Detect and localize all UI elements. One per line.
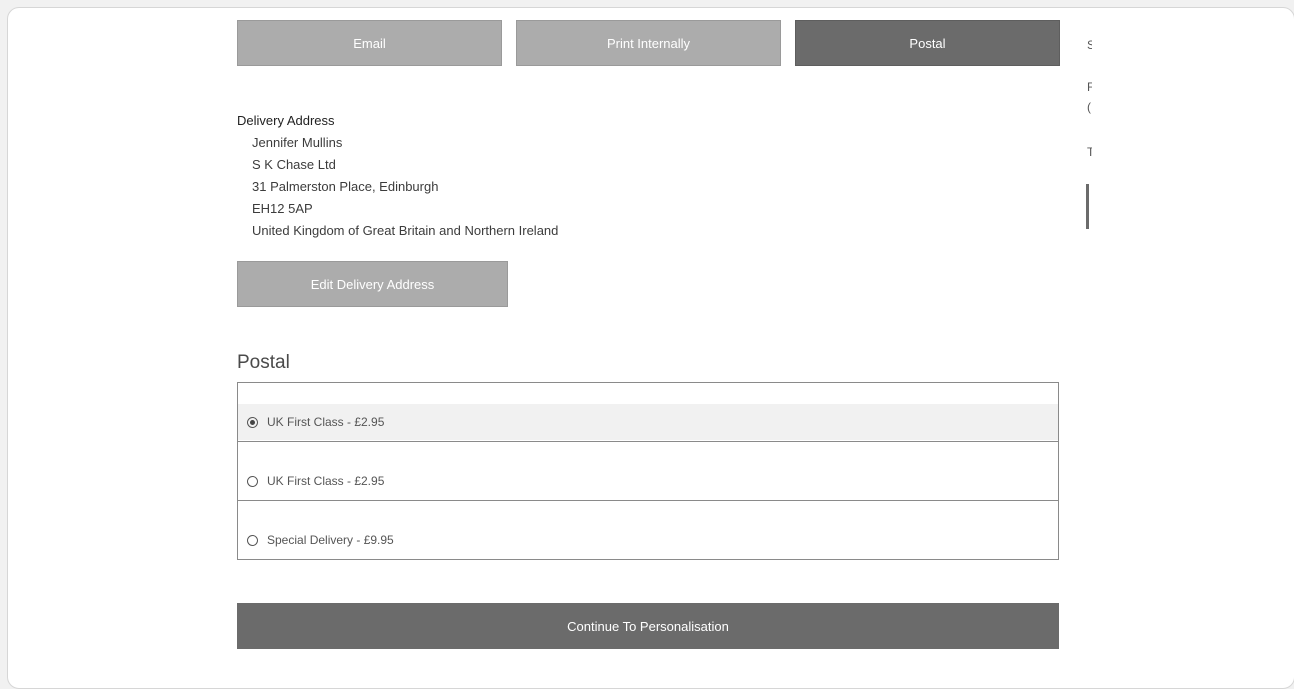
sidebar-button-edge[interactable] xyxy=(1086,184,1089,229)
postal-option-uk-first-class-1[interactable]: UK First Class - £2.95 xyxy=(238,404,1058,440)
address-line-company: S K Chase Ltd xyxy=(252,157,336,172)
tab-email[interactable]: Email xyxy=(237,20,502,66)
address-line-country: United Kingdom of Great Britain and Nort… xyxy=(252,223,559,238)
postal-option-uk-first-class-2[interactable]: UK First Class - £2.95 xyxy=(238,463,1058,499)
postal-option-label: UK First Class - £2.95 xyxy=(267,474,385,488)
address-line-name: Jennifer Mullins xyxy=(252,135,343,150)
option-divider xyxy=(238,500,1058,501)
postal-options-list: UK First Class - £2.95 UK First Class - … xyxy=(237,382,1059,560)
tab-print-internally[interactable]: Print Internally xyxy=(516,20,781,66)
address-line-street: 31 Palmerston Place, Edinburgh xyxy=(252,179,439,194)
postal-option-label: Special Delivery - £9.95 xyxy=(267,533,394,547)
page-frame: Email Print Internally Postal S F ( T De… xyxy=(7,7,1294,689)
address-line-postcode: EH12 5AP xyxy=(252,201,313,216)
radio-unselected-icon[interactable] xyxy=(247,534,258,546)
postal-option-label: UK First Class - £2.95 xyxy=(267,415,385,429)
postal-section-title: Postal xyxy=(237,352,290,373)
radio-selected-icon[interactable] xyxy=(247,416,258,428)
sidebar-fragment-4: T xyxy=(1087,145,1092,159)
option-divider xyxy=(238,441,1058,442)
tab-postal[interactable]: Postal xyxy=(795,20,1060,66)
sidebar-fragment-3: ( xyxy=(1087,100,1091,114)
continue-to-personalisation-button[interactable]: Continue To Personalisation xyxy=(237,603,1059,649)
sidebar-fragment-2: F xyxy=(1087,80,1092,94)
sidebar-fragment-1: S xyxy=(1087,38,1092,52)
radio-unselected-icon[interactable] xyxy=(247,475,258,487)
postal-option-special-delivery[interactable]: Special Delivery - £9.95 xyxy=(238,522,1058,558)
edit-delivery-address-button[interactable]: Edit Delivery Address xyxy=(237,261,508,307)
delivery-address-heading: Delivery Address xyxy=(237,113,335,128)
